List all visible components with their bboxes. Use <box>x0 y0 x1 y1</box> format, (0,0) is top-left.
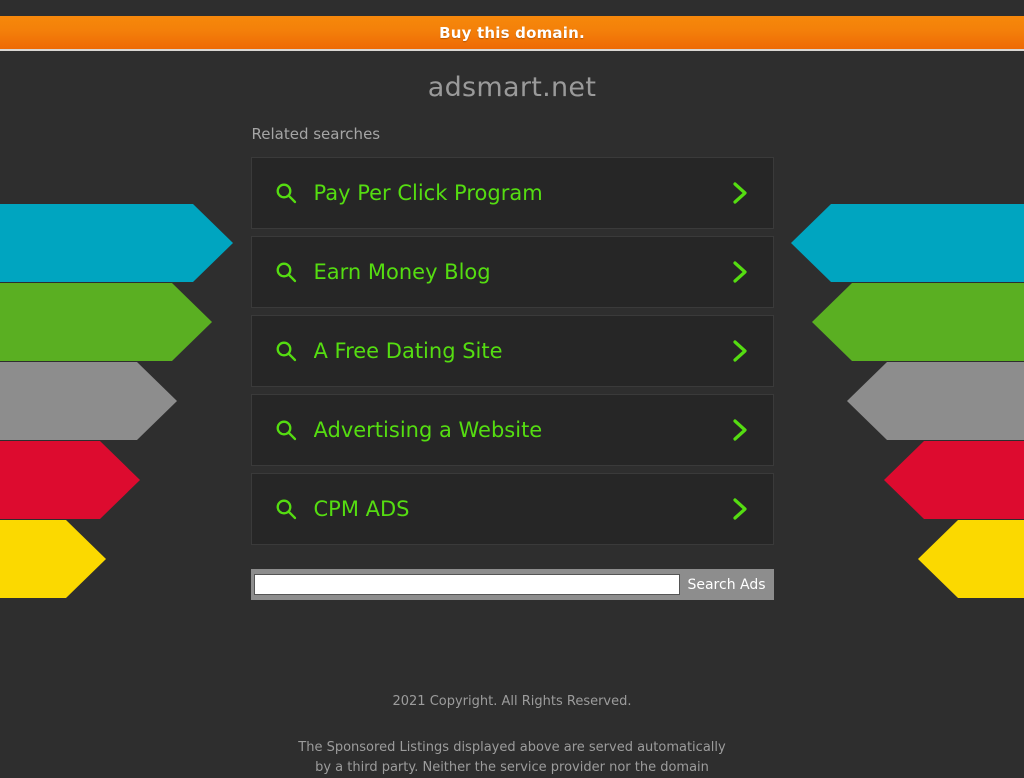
page-title: adsmart.net <box>427 72 597 103</box>
related-searches-list: Pay Per Click Program Earn Money Blog A … <box>250 157 774 545</box>
list-item-label: A Free Dating Site <box>313 339 503 363</box>
list-item[interactable]: A Free Dating Site <box>250 315 774 387</box>
search-ads-button[interactable]: Search Ads <box>679 569 774 600</box>
search-icon <box>276 262 296 283</box>
search-icon <box>276 420 296 441</box>
decor-band-right-4 <box>918 520 1024 598</box>
list-item-label: CPM ADS <box>313 497 410 521</box>
chevron-right-icon <box>732 498 747 520</box>
chevron-right-icon <box>732 182 747 204</box>
chevron-right-icon <box>732 261 747 283</box>
page-body: adsmart.net Related searches Pay Per Cli… <box>0 51 1024 775</box>
disclaimer-text: The Sponsored Listings displayed above a… <box>277 738 747 778</box>
content-column: adsmart.net Related searches Pay Per Cli… <box>250 51 774 600</box>
decor-band-right-0 <box>791 204 1024 282</box>
disclaimer-line-1: The Sponsored Listings displayed above a… <box>298 740 726 755</box>
list-item[interactable]: Earn Money Blog <box>250 236 774 308</box>
decor-band-right-3 <box>884 441 1024 519</box>
decor-band-right-1 <box>812 283 1024 361</box>
search-icon <box>276 341 296 362</box>
list-item-label: Pay Per Click Program <box>313 181 543 205</box>
list-item[interactable]: Advertising a Website <box>250 394 774 466</box>
list-item-label: Advertising a Website <box>313 418 543 442</box>
decor-band-left-2 <box>0 362 177 440</box>
buy-this-domain-label: Buy this domain. <box>439 23 585 42</box>
footer: 2021 Copyright. All Rights Reserved. The… <box>0 692 1024 778</box>
decor-band-left-4 <box>0 520 106 598</box>
decor-band-right-2 <box>847 362 1024 440</box>
disclaimer-line-2: by a third party. Neither the service pr… <box>315 760 709 775</box>
search-icon <box>276 183 296 204</box>
decor-band-left-1 <box>0 283 212 361</box>
decor-band-left-0 <box>0 204 233 282</box>
search-input[interactable] <box>253 574 680 595</box>
related-searches-label: Related searches <box>251 125 381 143</box>
buy-this-domain-banner[interactable]: Buy this domain. <box>0 16 1024 49</box>
list-item[interactable]: CPM ADS <box>250 473 774 545</box>
chevron-right-icon <box>732 419 747 441</box>
copyright-text: 2021 Copyright. All Rights Reserved. <box>392 694 632 709</box>
chevron-right-icon <box>732 340 747 362</box>
list-item-label: Earn Money Blog <box>313 260 491 284</box>
search-ads-bar: Search Ads <box>250 569 774 600</box>
list-item[interactable]: Pay Per Click Program <box>250 157 774 229</box>
decor-band-left-3 <box>0 441 140 519</box>
search-icon <box>276 499 296 520</box>
top-spacer-strip <box>0 0 1024 16</box>
